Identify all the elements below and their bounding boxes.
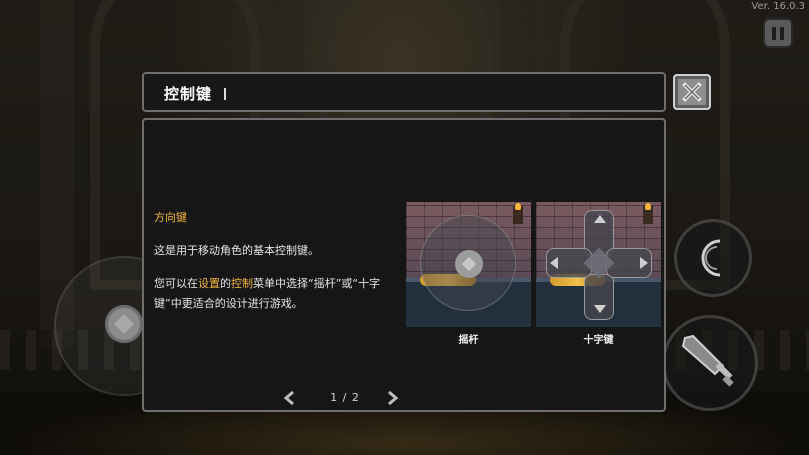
joystick-knob-preview (455, 250, 483, 278)
pause-icon (780, 26, 784, 40)
dialog-title-bar: 控制键 (142, 72, 666, 112)
joystick-caption: 摇杆 (458, 335, 479, 346)
skill-button[interactable] (674, 219, 752, 297)
dialog-body: 方向键 这是用于移动角色的基本控制键。 您可以在设置的控制菜单中选择“摇杆”或“… (142, 118, 666, 412)
text-fragment: 的 (220, 277, 231, 290)
attack-button[interactable] (662, 315, 758, 411)
arrow-right-icon (640, 257, 648, 269)
joystick-preview-image (406, 202, 531, 327)
sword-attack-icon (681, 334, 734, 387)
description-line: 这是用于移动角色的基本控制键。 (154, 244, 319, 257)
torch-icon (513, 203, 523, 224)
moon-skill-icon (701, 239, 721, 277)
chevron-left-icon[interactable] (282, 390, 298, 406)
controls-highlight: 控制 (231, 277, 253, 290)
page-indicator: 1 / 2 (330, 391, 360, 404)
dpad-caption: 十字键 (583, 335, 614, 346)
arrow-up-icon (594, 215, 606, 223)
title-cursor (224, 88, 226, 100)
section-heading: 方向键 (154, 211, 187, 224)
pause-icon (772, 26, 776, 40)
text-fragment: 您可以在 (154, 277, 198, 290)
chevron-right-icon[interactable] (384, 390, 400, 406)
settings-highlight: 设置 (198, 277, 220, 290)
arrow-down-icon (594, 305, 606, 313)
version-label: Ver. 16.0.3 (751, 1, 805, 12)
description-paragraph: 您可以在设置的控制菜单中选择“摇杆”或“十字键”中更适合的设计进行游戏。 (154, 274, 404, 314)
pagination: 1 / 2 (144, 388, 664, 408)
dpad-preview-image (536, 202, 661, 327)
dialog-title: 控制键 (164, 85, 213, 103)
pause-button[interactable] (763, 18, 793, 48)
close-button[interactable] (673, 74, 711, 110)
close-icon (682, 82, 702, 102)
torch-icon (643, 203, 653, 224)
joystick-knob[interactable] (105, 305, 143, 343)
dpad-down-arm (584, 274, 614, 320)
arrow-left-icon (550, 257, 558, 269)
